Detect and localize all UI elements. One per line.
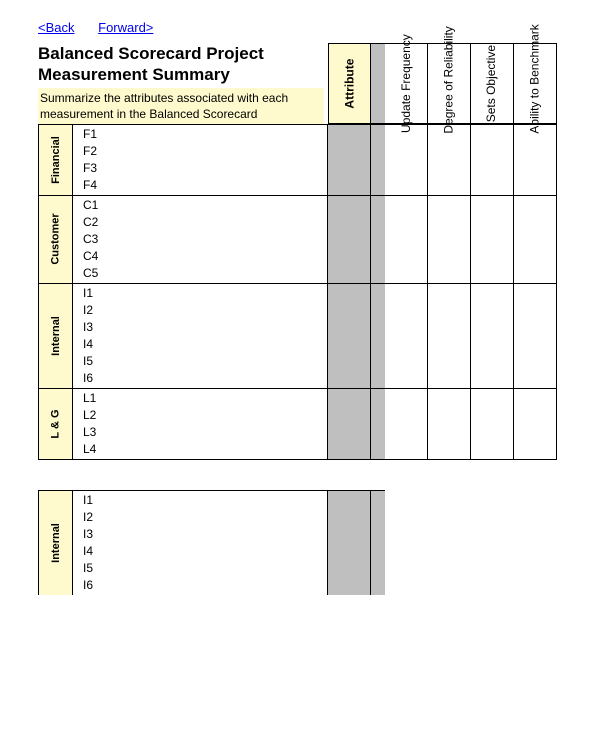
list-item: F4 bbox=[83, 177, 327, 194]
list-item: C4 bbox=[83, 248, 327, 265]
list-item: I1 bbox=[83, 492, 327, 509]
gap-cell bbox=[371, 124, 385, 196]
list-item: L4 bbox=[83, 441, 327, 458]
gap-cell bbox=[371, 284, 385, 389]
data-cell bbox=[514, 284, 557, 389]
list-item: I3 bbox=[83, 526, 327, 543]
col-attribute: Attribute bbox=[328, 43, 371, 124]
group-label: Internal bbox=[50, 523, 62, 563]
list-item: L1 bbox=[83, 390, 327, 407]
nav-back-link[interactable]: <Back bbox=[38, 20, 75, 35]
col-degree-reliability: Degree of Reliability bbox=[428, 43, 471, 124]
data-cell bbox=[428, 389, 471, 460]
group-customer: Customer C1 C2 C3 C4 C5 bbox=[38, 196, 588, 284]
col-sets-objective: Sets Objective bbox=[471, 43, 514, 124]
data-cell bbox=[471, 284, 514, 389]
col-update-frequency: Update Frequency bbox=[385, 43, 428, 124]
data-cell bbox=[428, 196, 471, 284]
scorecard-table-2: Internal I1 I2 I3 I4 I5 I6 bbox=[38, 490, 588, 595]
data-cell bbox=[428, 124, 471, 196]
data-cell bbox=[428, 284, 471, 389]
data-cell bbox=[471, 124, 514, 196]
group-lg: L & G L1 L2 L3 L4 bbox=[38, 389, 588, 460]
data-cell bbox=[385, 196, 428, 284]
data-cell bbox=[471, 196, 514, 284]
list-item: I5 bbox=[83, 560, 327, 577]
list-item: I5 bbox=[83, 353, 327, 370]
group-internal: Internal I1 I2 I3 I4 I5 I6 bbox=[38, 284, 588, 389]
list-item: I1 bbox=[83, 285, 327, 302]
nav-forward-link[interactable]: Forward> bbox=[98, 20, 153, 35]
list-item: L2 bbox=[83, 407, 327, 424]
group-label: Customer bbox=[50, 214, 62, 265]
list-item: F2 bbox=[83, 143, 327, 160]
attribute-cell bbox=[328, 490, 371, 595]
list-item: C3 bbox=[83, 231, 327, 248]
group-financial: Financial F1 F2 F3 F4 bbox=[38, 124, 588, 196]
group-label: L & G bbox=[50, 407, 62, 440]
list-item: I2 bbox=[83, 302, 327, 319]
header-row: Balanced Scorecard Project Measurement S… bbox=[38, 43, 588, 124]
group-label: Internal bbox=[50, 316, 62, 356]
list-item: L3 bbox=[83, 424, 327, 441]
attribute-cell bbox=[328, 196, 371, 284]
data-cell bbox=[514, 124, 557, 196]
column-headers: Attribute Update Frequency Degree of Rel… bbox=[328, 43, 557, 124]
list-item: I3 bbox=[83, 319, 327, 336]
items-list: F1 F2 F3 F4 bbox=[73, 124, 328, 196]
gap-cell bbox=[371, 196, 385, 284]
scorecard-table: Financial F1 F2 F3 F4 Customer C1 C2 C3 … bbox=[38, 124, 588, 460]
group-internal-2: Internal I1 I2 I3 I4 I5 I6 bbox=[38, 490, 588, 595]
items-list: I1 I2 I3 I4 I5 I6 bbox=[73, 490, 328, 595]
group-label: Financial bbox=[50, 136, 62, 184]
attribute-cell bbox=[328, 389, 371, 460]
attribute-cell bbox=[328, 284, 371, 389]
list-item: I6 bbox=[83, 577, 327, 594]
nav-links: <Back Forward> bbox=[38, 20, 588, 35]
page-title: Balanced Scorecard Project Measurement S… bbox=[38, 43, 324, 86]
list-item: F1 bbox=[83, 126, 327, 143]
list-item: I6 bbox=[83, 370, 327, 387]
list-item: C1 bbox=[83, 197, 327, 214]
gap-cell bbox=[371, 490, 385, 595]
gap-cell bbox=[371, 389, 385, 460]
list-item: C2 bbox=[83, 214, 327, 231]
data-cell bbox=[385, 389, 428, 460]
items-list: I1 I2 I3 I4 I5 I6 bbox=[73, 284, 328, 389]
items-list: C1 C2 C3 C4 C5 bbox=[73, 196, 328, 284]
page-subtitle: Summarize the attributes associated with… bbox=[38, 88, 324, 124]
list-item: I2 bbox=[83, 509, 327, 526]
list-item: I4 bbox=[83, 336, 327, 353]
list-item: I4 bbox=[83, 543, 327, 560]
list-item: F3 bbox=[83, 160, 327, 177]
col-gap bbox=[371, 43, 385, 124]
data-cell bbox=[471, 389, 514, 460]
data-cell bbox=[385, 124, 428, 196]
items-list: L1 L2 L3 L4 bbox=[73, 389, 328, 460]
data-cell bbox=[514, 389, 557, 460]
attribute-cell bbox=[328, 124, 371, 196]
list-item: C5 bbox=[83, 265, 327, 282]
data-cell bbox=[385, 284, 428, 389]
data-cell bbox=[514, 196, 557, 284]
col-ability-benchmark: Ability to Benchmark bbox=[514, 43, 557, 124]
